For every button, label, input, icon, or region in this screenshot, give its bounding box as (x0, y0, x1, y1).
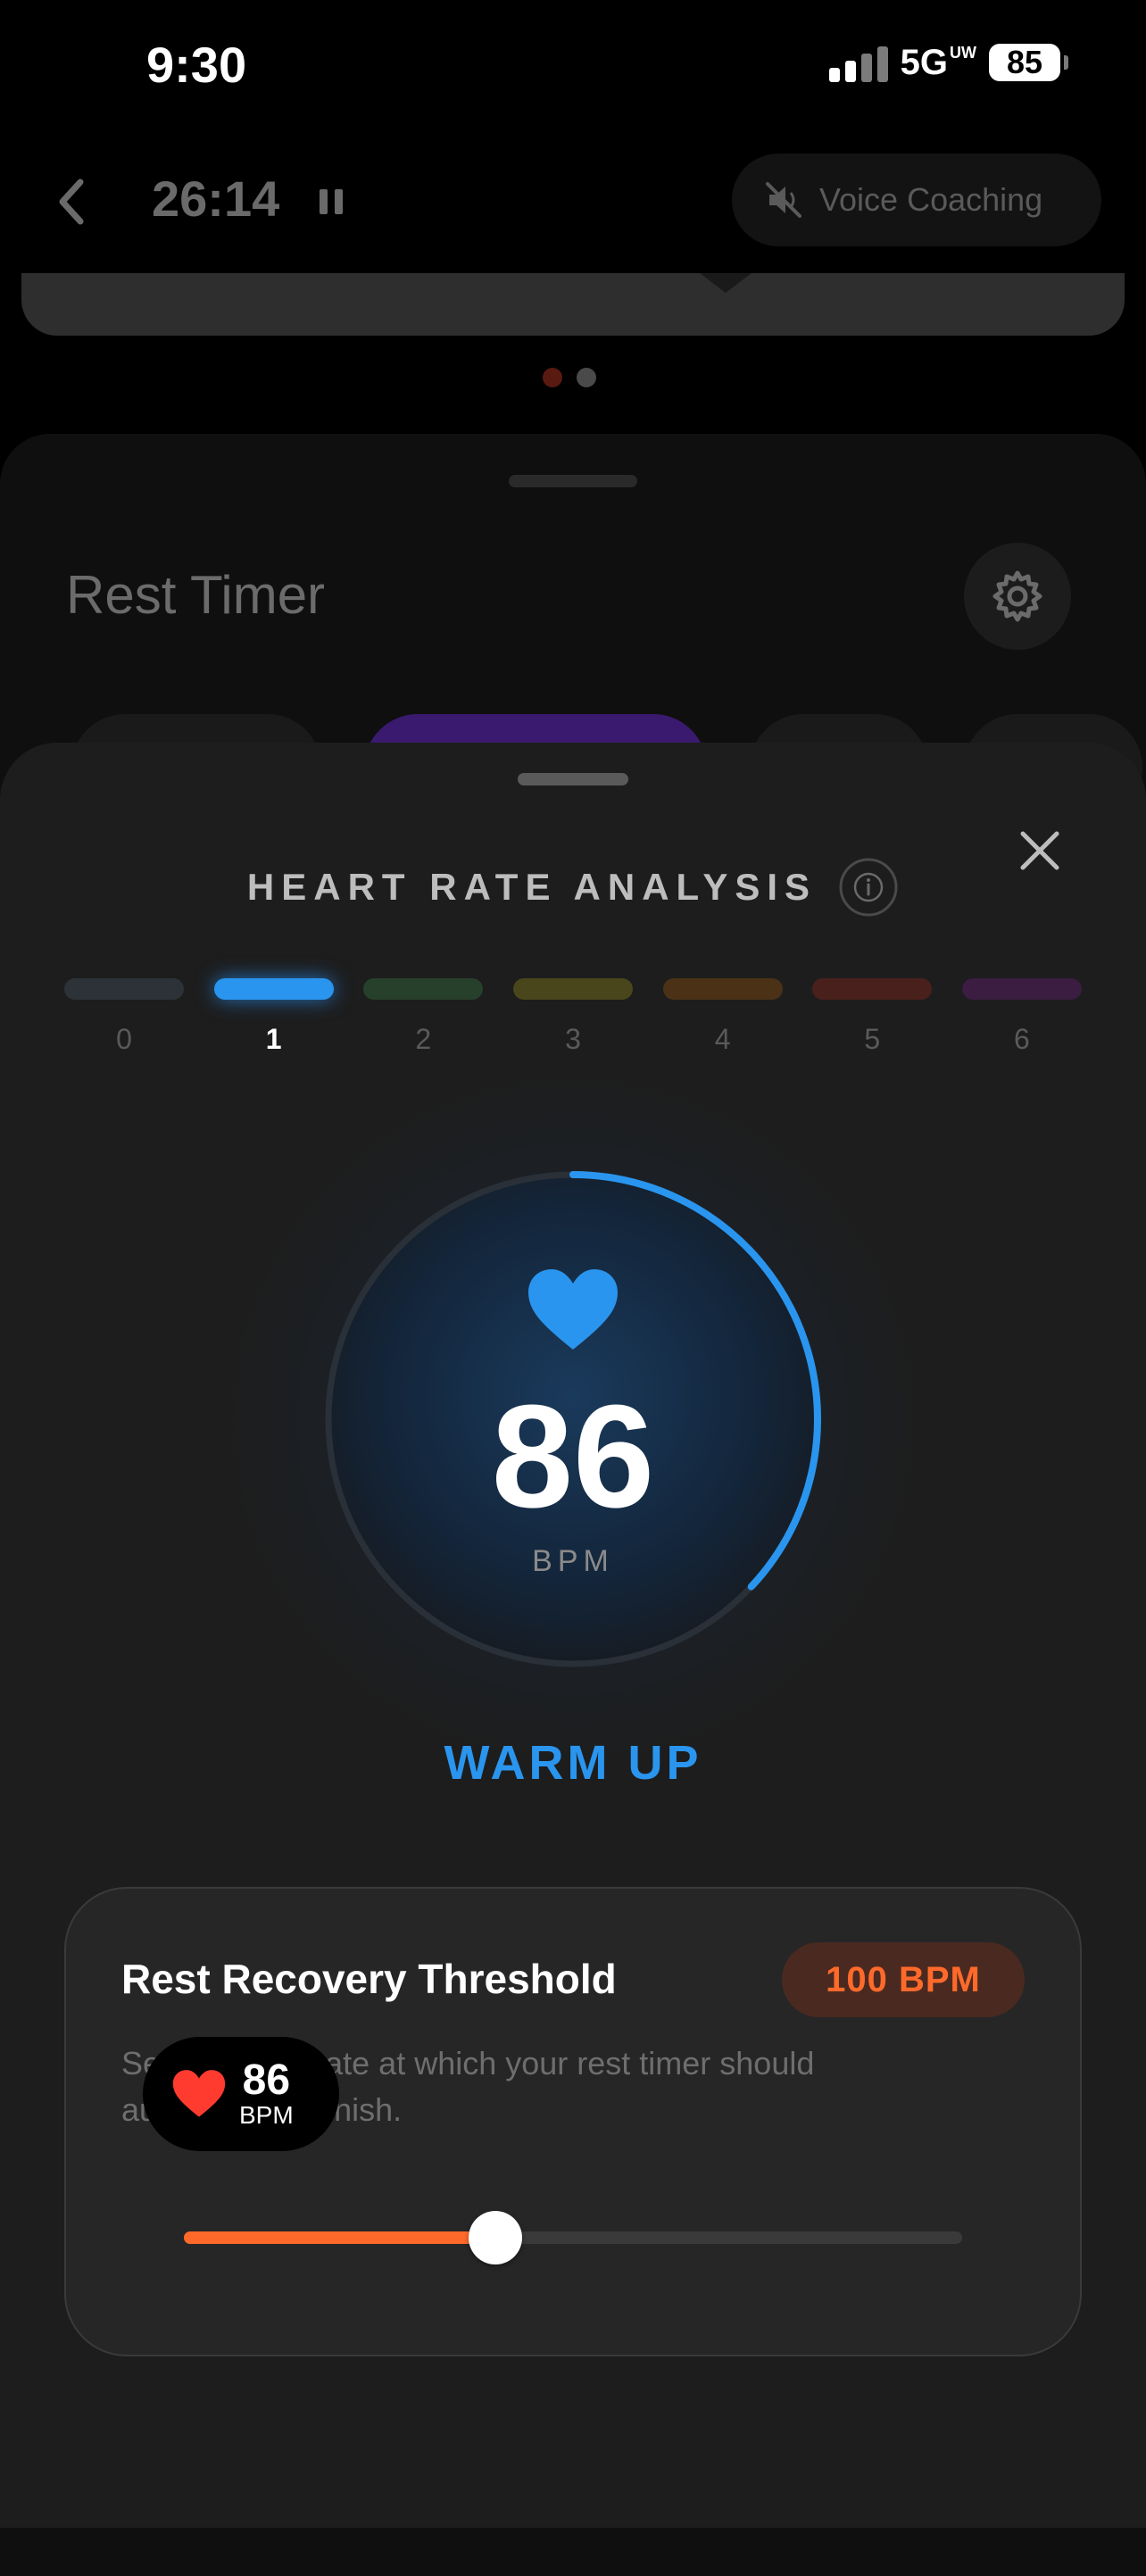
threshold-slider-thumb[interactable] (468, 2211, 522, 2264)
bpm-unit-label: BPM (532, 1544, 614, 1578)
zone-bar (363, 978, 484, 1000)
zone-5[interactable]: 5 (812, 978, 933, 1056)
rest-timer-title: Rest Timer (66, 565, 326, 625)
threshold-slider-fill (184, 2231, 495, 2244)
page-indicator (543, 368, 596, 387)
zone-bar (512, 978, 633, 1000)
current-bpm-value: 86 (491, 1375, 655, 1538)
zone-number: 2 (415, 1023, 432, 1055)
zone-2[interactable]: 2 (363, 978, 484, 1056)
zone-number: 0 (116, 1023, 132, 1055)
status-time: 9:30 (146, 37, 247, 93)
sheet-drag-handle[interactable] (518, 773, 628, 785)
zone-bar (812, 978, 933, 1000)
threshold-card-title: Rest Recovery Threshold (121, 1956, 617, 2002)
voice-coaching-label: Voice Coaching (819, 181, 1043, 218)
heart-rate-analysis-header: HEART RATE ANALYSIS (0, 857, 1146, 918)
battery-indicator: 85 (989, 44, 1068, 81)
live-bpm-unit: BPM (239, 2101, 294, 2129)
page-dot-active (543, 368, 562, 387)
heart-icon (528, 1269, 618, 1350)
zone-number: 1 (265, 1023, 282, 1055)
workout-elapsed-time: 26:14 (152, 170, 280, 227)
sheet-title: HEART RATE ANALYSIS (246, 866, 818, 908)
threshold-value-badge: 100 BPM (782, 1942, 1025, 2017)
zone-number: 6 (1014, 1023, 1030, 1055)
live-bpm-value: 86 (242, 2057, 291, 2104)
zone-6[interactable]: 6 (961, 978, 1082, 1056)
zone-1[interactable]: 1 (213, 978, 334, 1056)
heart-icon (172, 2070, 226, 2117)
current-zone-name: WARM UP (444, 1736, 702, 1790)
zone-number: 3 (565, 1023, 581, 1055)
gear-icon (992, 570, 1042, 622)
zone-bar (64, 978, 184, 1000)
info-icon[interactable] (838, 857, 899, 918)
voice-coaching-button[interactable]: Voice Coaching (732, 154, 1101, 246)
rest-timer-sheet-handle (509, 475, 637, 487)
workout-card-bottom (21, 273, 1125, 336)
zone-0[interactable]: 0 (64, 978, 184, 1056)
back-chevron-icon[interactable] (54, 175, 89, 229)
page-dot (577, 368, 596, 387)
zone-bar (213, 978, 334, 1000)
cellular-signal-icon (828, 43, 888, 82)
zone-number: 5 (864, 1023, 881, 1055)
zone-number: 4 (714, 1023, 731, 1055)
pause-icon[interactable] (320, 189, 343, 214)
heart-rate-zones: 0 1 2 3 4 5 6 (64, 978, 1082, 1056)
live-heart-rate-pill[interactable]: 86 BPM (143, 2037, 339, 2151)
speaker-muted-icon (766, 182, 801, 218)
rest-timer-settings-button[interactable] (964, 543, 1071, 650)
zone-4[interactable]: 4 (662, 978, 783, 1056)
network-type: 5G UW (900, 43, 976, 82)
zone-3[interactable]: 3 (512, 978, 633, 1056)
zone-bar (662, 978, 783, 1000)
status-indicators: 5G UW 85 (828, 43, 1068, 82)
zone-bar (961, 978, 1082, 1000)
